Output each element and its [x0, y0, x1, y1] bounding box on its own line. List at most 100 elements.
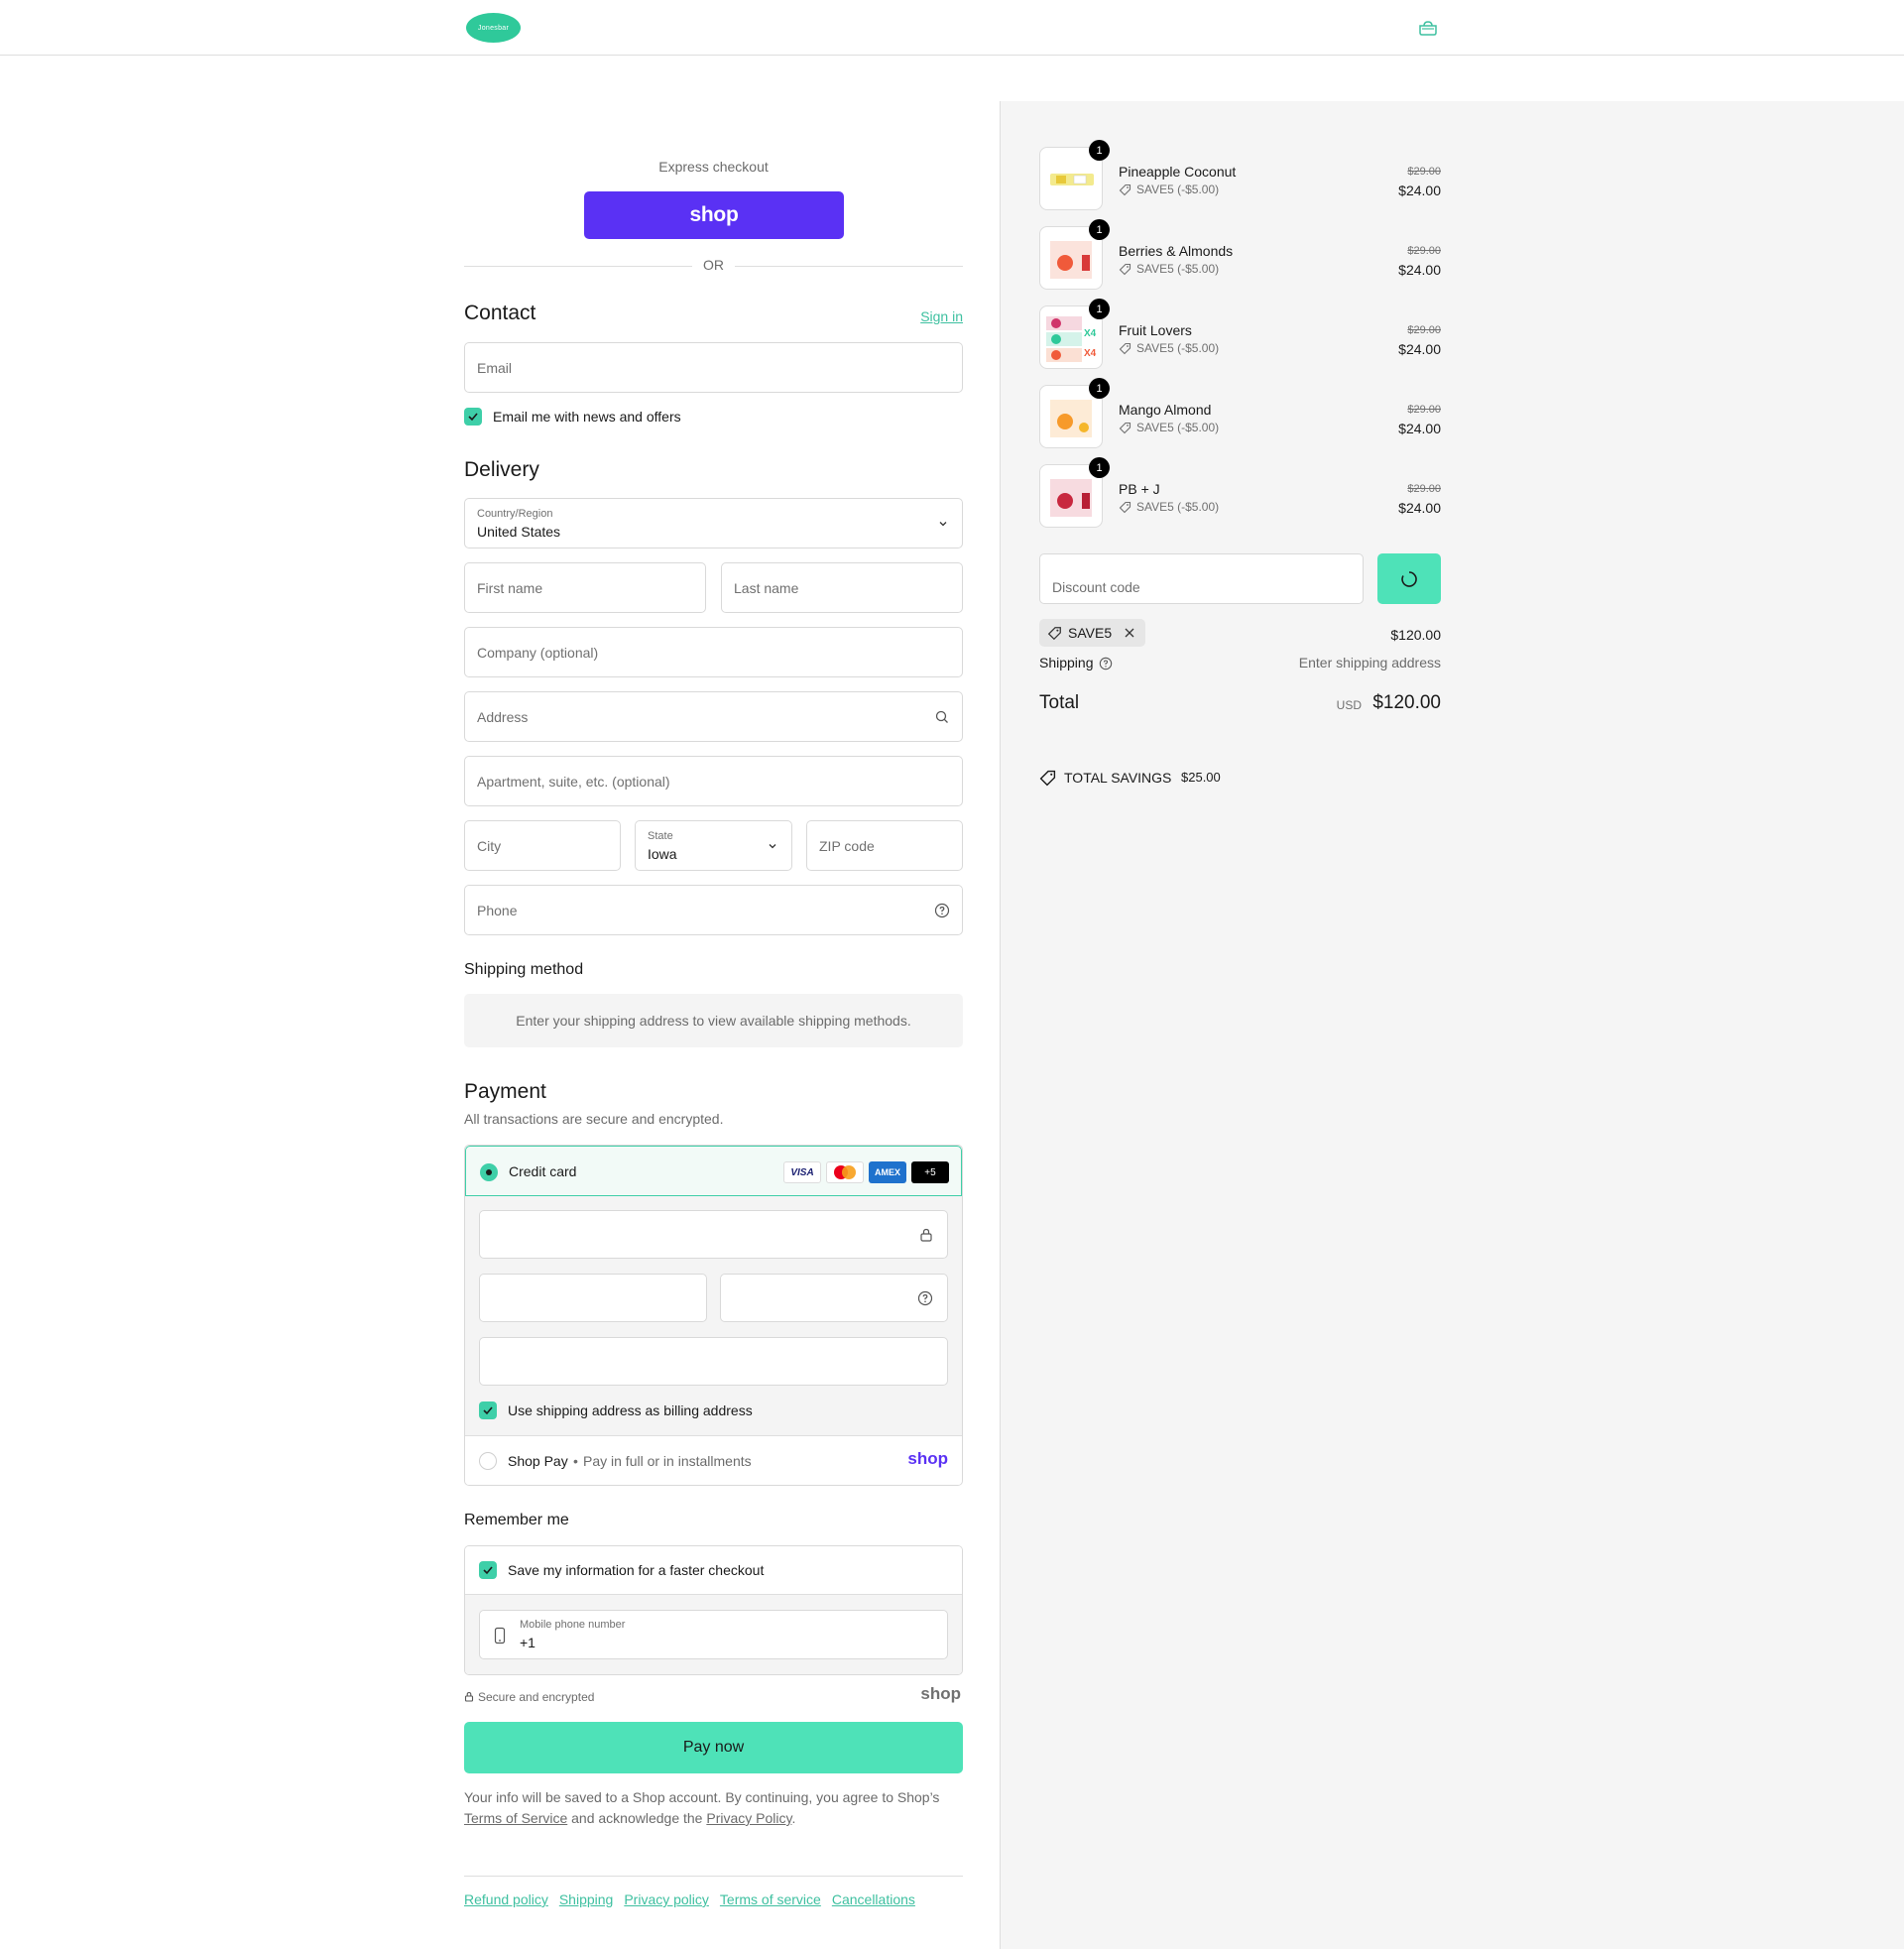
refund-policy-link[interactable]: Refund policy [464, 1891, 548, 1907]
item-discount: SAVE5 (-$5.00) [1119, 262, 1219, 276]
expiration-field[interactable] [479, 1274, 707, 1322]
lock-icon [464, 1691, 474, 1702]
shop-pay-express-button[interactable]: shop [584, 191, 844, 239]
card-number-field[interactable] [479, 1210, 948, 1259]
item-original-price: $29.00 [1407, 483, 1441, 495]
item-discount-text: SAVE5 (-$5.00) [1136, 421, 1220, 434]
state-label: State [648, 830, 673, 842]
help-icon[interactable] [934, 903, 950, 918]
country-value: United States [477, 524, 561, 540]
zip-placeholder: ZIP code [819, 838, 875, 854]
quantity-badge: 1 [1089, 378, 1110, 399]
privacy-link[interactable]: Privacy Policy [706, 1810, 791, 1826]
more-cards-badge: +5 [911, 1161, 949, 1183]
shop-pay-label: Shop Pay [508, 1453, 568, 1469]
item-discount-text: SAVE5 (-$5.00) [1136, 262, 1220, 276]
phone-placeholder: Phone [477, 903, 518, 918]
item-name: Berries & Almonds [1119, 243, 1234, 259]
zip-field[interactable]: ZIP code [806, 820, 963, 871]
billing-checkbox[interactable] [479, 1401, 497, 1419]
shop-pay-option[interactable]: Shop Pay • Pay in full or in installment… [465, 1435, 962, 1485]
terms-of-service-link[interactable]: Terms of service [720, 1891, 821, 1907]
discount-code-placeholder: Discount code [1052, 579, 1140, 595]
footer-divider [464, 1876, 963, 1877]
quantity-badge: 1 [1089, 299, 1110, 319]
city-placeholder: City [477, 838, 502, 854]
security-code-field[interactable] [720, 1274, 948, 1322]
terms-link[interactable]: Terms of Service [464, 1810, 567, 1826]
sign-in-link[interactable]: Sign in [920, 308, 963, 324]
last-name-field[interactable]: Last name [721, 562, 963, 613]
address-field[interactable]: Address [464, 691, 963, 742]
contact-title: Contact [464, 302, 536, 324]
shop-pay-radio[interactable] [479, 1452, 497, 1470]
first-name-field[interactable]: First name [464, 562, 706, 613]
help-icon[interactable] [917, 1290, 933, 1306]
pay-now-button[interactable]: Pay now [464, 1722, 963, 1773]
header: Jonesbar [0, 0, 1904, 56]
cancellations-link[interactable]: Cancellations [832, 1891, 915, 1907]
footer-links: Refund policy Shipping Privacy policy Terms… [464, 1891, 926, 1907]
credit-card-radio[interactable] [480, 1163, 498, 1181]
svg-text:X4: X4 [1084, 348, 1097, 359]
shipping-label: Shipping [1039, 655, 1094, 670]
save-info-checkbox[interactable] [479, 1561, 497, 1579]
country-label: Country/Region [477, 508, 553, 520]
mobile-section: Mobile phone number +1 [465, 1595, 962, 1674]
first-name-placeholder: First name [477, 580, 543, 596]
privacy-policy-link[interactable]: Privacy policy [624, 1891, 709, 1907]
phone-field[interactable]: Phone [464, 885, 963, 935]
mobile-phone-icon [494, 1627, 506, 1644]
state-select[interactable]: State Iowa [635, 820, 792, 871]
company-field[interactable]: Company (optional) [464, 627, 963, 677]
mastercard-icon [826, 1161, 864, 1183]
check-icon [468, 413, 478, 422]
email-field[interactable]: Email [464, 342, 963, 393]
apply-discount-button[interactable] [1377, 553, 1441, 604]
credit-card-option[interactable]: Credit card VISA AMEX +5 [465, 1146, 962, 1196]
remember-me-box: Save my information for a faster checkou… [464, 1545, 963, 1675]
secure-label: Secure and encrypted [478, 1690, 595, 1704]
apartment-placeholder: Apartment, suite, etc. (optional) [477, 774, 670, 790]
subtotal-value: $120.00 [1390, 627, 1441, 643]
item-discount: SAVE5 (-$5.00) [1119, 500, 1219, 514]
shipping-link[interactable]: Shipping [559, 1891, 614, 1907]
item-price: $24.00 [1398, 262, 1441, 278]
billing-label: Use shipping address as billing address [508, 1402, 753, 1418]
store-logo[interactable]: Jonesbar [466, 13, 521, 43]
line-item: 1 Pineapple Coconut SAVE5 (-$5.00) $29.0… [1039, 140, 1441, 212]
news-label: Email me with news and offers [493, 409, 681, 425]
help-icon[interactable] [1099, 657, 1113, 670]
mobile-phone-field[interactable]: Mobile phone number +1 [479, 1610, 948, 1659]
apartment-field[interactable]: Apartment, suite, etc. (optional) [464, 756, 963, 806]
delivery-title: Delivery [464, 458, 539, 481]
express-checkout-label: Express checkout [658, 159, 769, 175]
legal-text-part: . [791, 1810, 796, 1826]
line-item: 1 Berries & Almonds SAVE5 (-$5.00) $29.0… [1039, 219, 1441, 292]
line-item: 1 Mango Almond SAVE5 (-$5.00) $29.00 $24… [1039, 378, 1441, 450]
news-checkbox[interactable] [464, 408, 482, 426]
mobile-phone-value: +1 [520, 1635, 536, 1650]
chevron-down-icon [769, 844, 776, 849]
payment-title: Payment [464, 1080, 546, 1103]
check-icon [483, 1406, 493, 1415]
spinner-icon [1401, 570, 1417, 587]
close-icon[interactable] [1124, 627, 1135, 639]
card-details-form: Use shipping address as billing address [465, 1196, 962, 1435]
legal-text: Your info will be saved to a Shop accoun… [464, 1787, 963, 1829]
visa-icon: VISA [783, 1161, 821, 1183]
country-select[interactable]: Country/Region United States [464, 498, 963, 548]
item-name: PB + J [1119, 481, 1160, 497]
item-original-price: $29.00 [1407, 324, 1441, 336]
item-price: $24.00 [1398, 341, 1441, 357]
discount-code-field[interactable]: Discount code [1039, 553, 1364, 604]
save-info-row[interactable]: Save my information for a faster checkou… [465, 1546, 962, 1595]
or-divider: OR [464, 257, 963, 275]
item-discount: SAVE5 (-$5.00) [1119, 421, 1219, 434]
item-name: Mango Almond [1119, 402, 1212, 418]
bag-icon[interactable] [1418, 20, 1438, 36]
city-field[interactable]: City [464, 820, 621, 871]
name-on-card-field[interactable] [479, 1337, 948, 1386]
quantity-badge: 1 [1089, 457, 1110, 478]
item-discount-text: SAVE5 (-$5.00) [1136, 183, 1220, 196]
